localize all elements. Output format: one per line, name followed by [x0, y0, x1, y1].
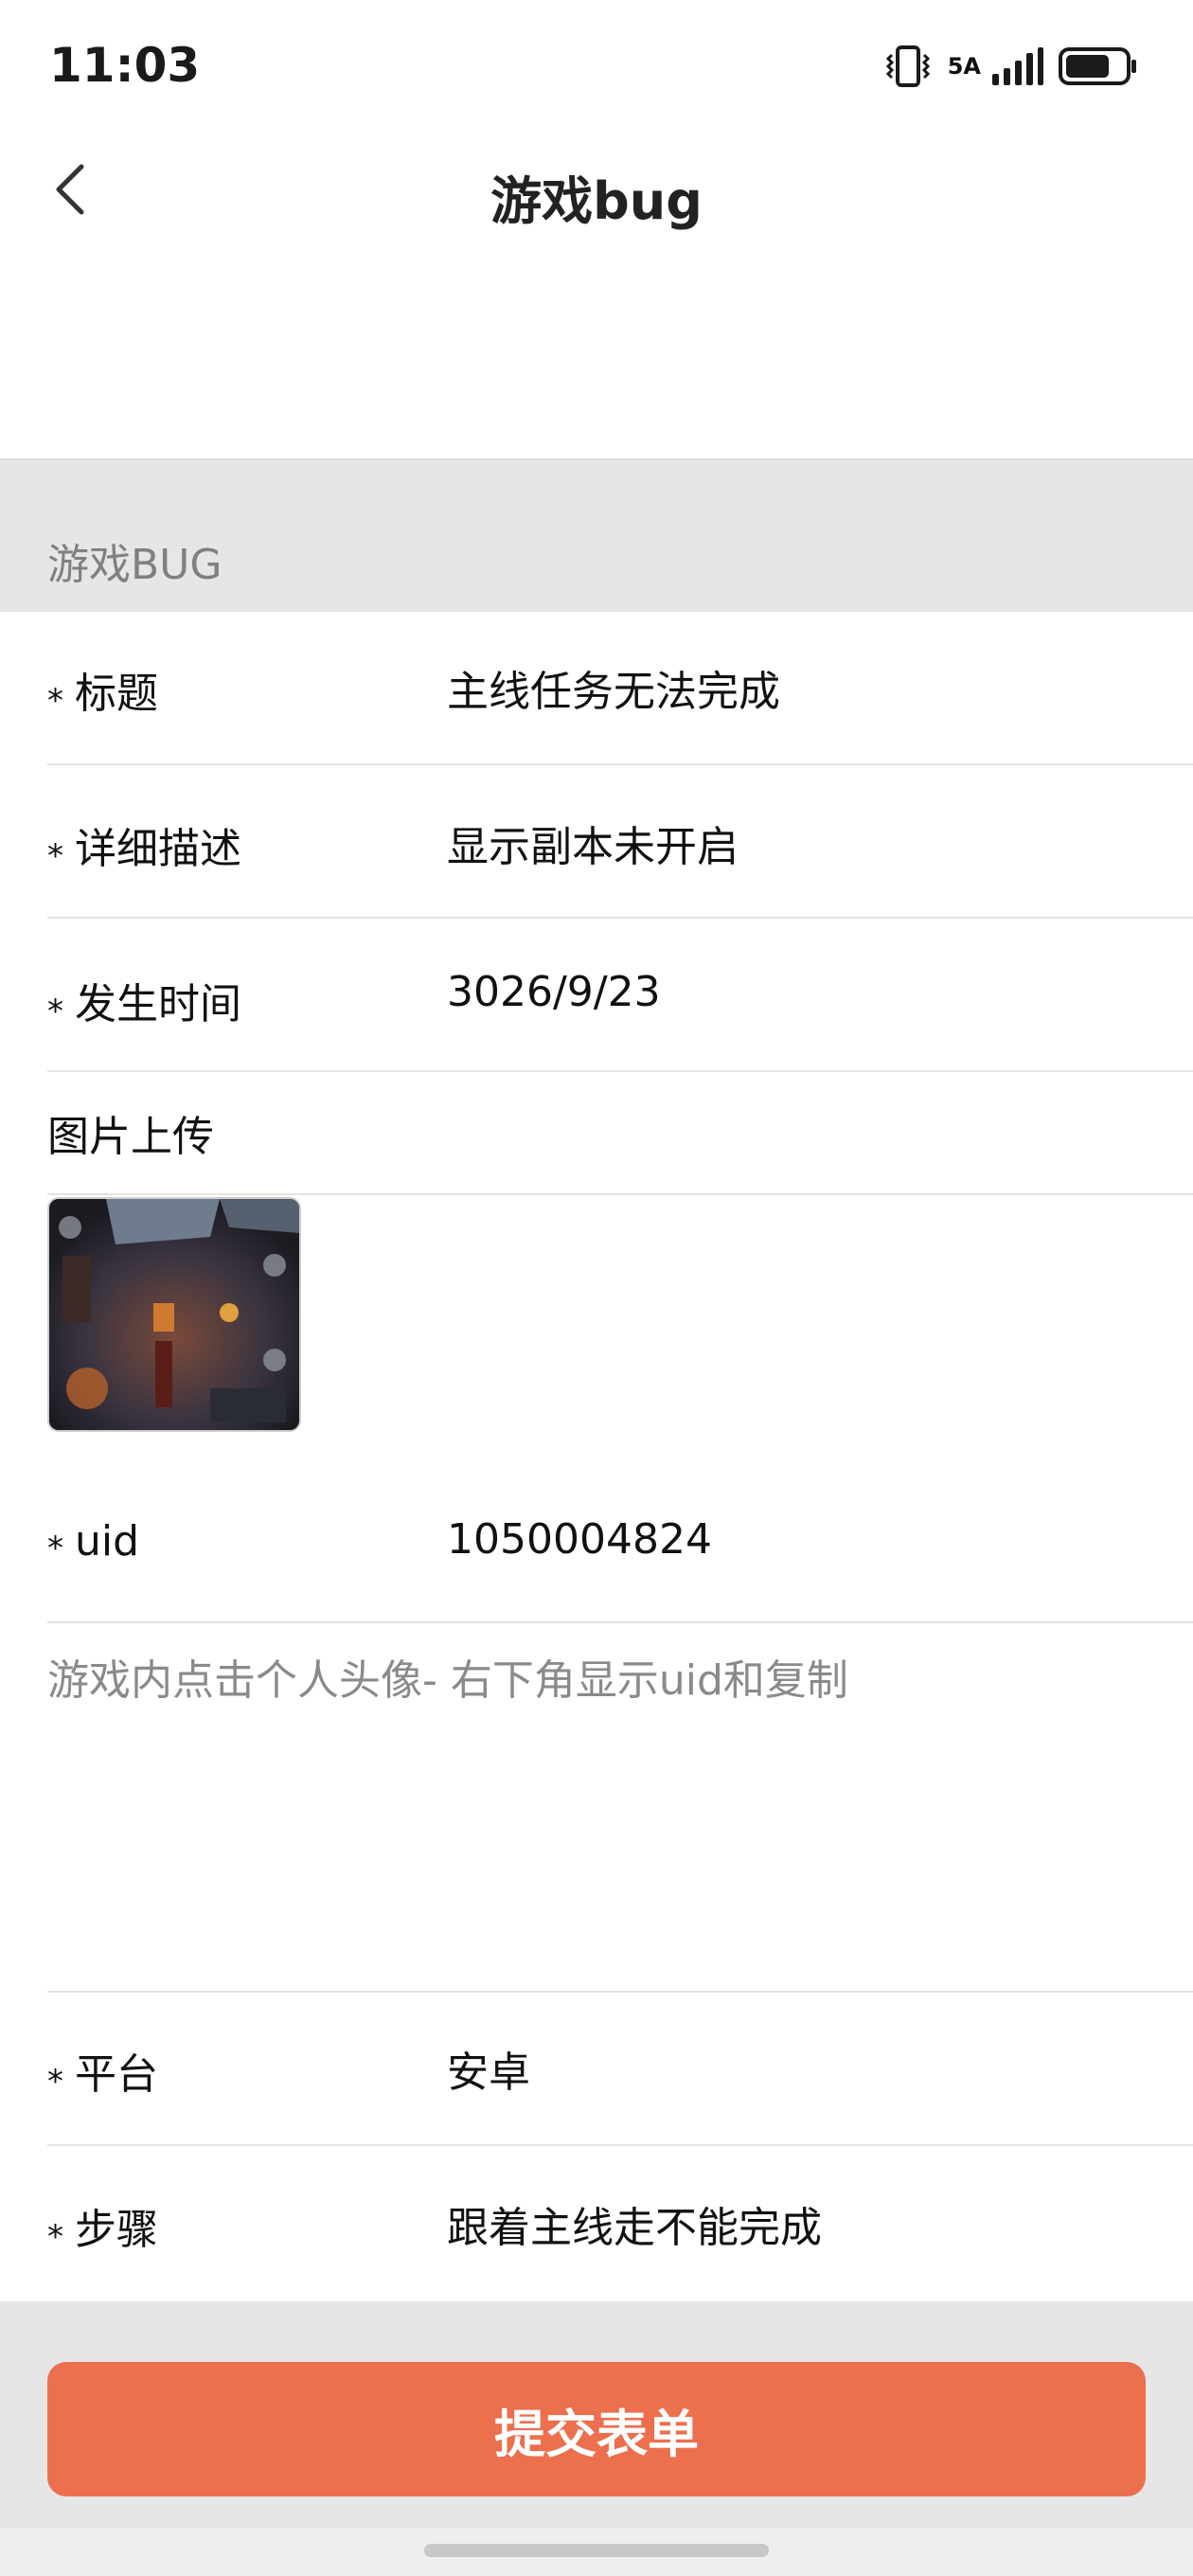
title-field-row[interactable]: * 标题 主线任务无法完成 [47, 612, 1193, 765]
required-mark: * [47, 993, 63, 1030]
steps-field-value[interactable]: 跟着主线走不能完成 [447, 2193, 822, 2254]
description-label-text: 详细描述 [75, 825, 241, 873]
navigation-bar: 游戏bug [0, 142, 1193, 237]
home-indicator-area [0, 2529, 1193, 2576]
network-type-label: 5A [947, 53, 981, 80]
title-field-label: * 标题 [47, 659, 158, 720]
description-field-value[interactable]: 显示副本未开启 [447, 813, 739, 873]
uid-field-row[interactable]: * uid 1050004824 [47, 1441, 1193, 1623]
vibrate-icon [883, 45, 933, 87]
steps-field-row[interactable]: * 步骤 跟着主线走不能完成 [47, 2146, 1193, 2301]
section-header: 游戏BUG [0, 458, 1193, 612]
signal-icon [990, 45, 1043, 87]
occurrence-time-field-label: * 发生时间 [47, 970, 241, 1030]
image-upload-label: 图片上传 [47, 1113, 214, 1161]
uid-label-text: uid [75, 1517, 140, 1565]
home-indicator[interactable] [424, 2544, 769, 2557]
required-mark: * [47, 682, 63, 720]
description-field-row[interactable]: * 详细描述 显示副本未开启 [47, 765, 1193, 919]
uid-hint-area [47, 1623, 1193, 1993]
image-upload-row: 图片上传 [47, 1072, 1193, 1195]
platform-label-text: 平台 [75, 2050, 158, 2099]
title-field-value[interactable]: 主线任务无法完成 [447, 657, 780, 718]
steps-label-text: 步骤 [75, 2206, 158, 2254]
page-title: 游戏bug [490, 171, 703, 231]
occurrence-time-field-row[interactable]: * 发生时间 3026/9/23 [47, 919, 1193, 1072]
platform-field-value[interactable]: 安卓 [447, 2038, 530, 2099]
occurrence-time-field-value[interactable]: 3026/9/23 [447, 968, 661, 1016]
section-header-label: 游戏BUG [47, 541, 223, 589]
status-time: 11:03 [49, 38, 201, 93]
required-mark: * [47, 1530, 63, 1567]
uid-field-value[interactable]: 1050004824 [447, 1515, 712, 1564]
bottom-action-area: 提交表单 [0, 2301, 1193, 2529]
required-mark: * [47, 2218, 63, 2256]
submit-form-button[interactable]: 提交表单 [47, 2362, 1146, 2496]
steps-field-label: * 步骤 [47, 2195, 158, 2256]
description-field-label: * 详细描述 [47, 814, 241, 875]
status-bar: 11:03 5A [0, 0, 1193, 142]
game-screenshot-image [49, 1199, 299, 1430]
uploaded-image-thumbnail[interactable] [47, 1197, 301, 1432]
title-label-text: 标题 [75, 670, 158, 718]
platform-field-row[interactable]: * 平台 安卓 [47, 1993, 1193, 2146]
occurrence-time-label-text: 发生时间 [75, 980, 241, 1029]
required-mark: * [47, 2063, 63, 2101]
battery-icon [1059, 45, 1138, 87]
status-icons: 5A [883, 45, 1138, 87]
required-mark: * [47, 837, 63, 875]
platform-field-label: * 平台 [47, 2040, 158, 2101]
uid-field-label: * uid [47, 1517, 140, 1567]
